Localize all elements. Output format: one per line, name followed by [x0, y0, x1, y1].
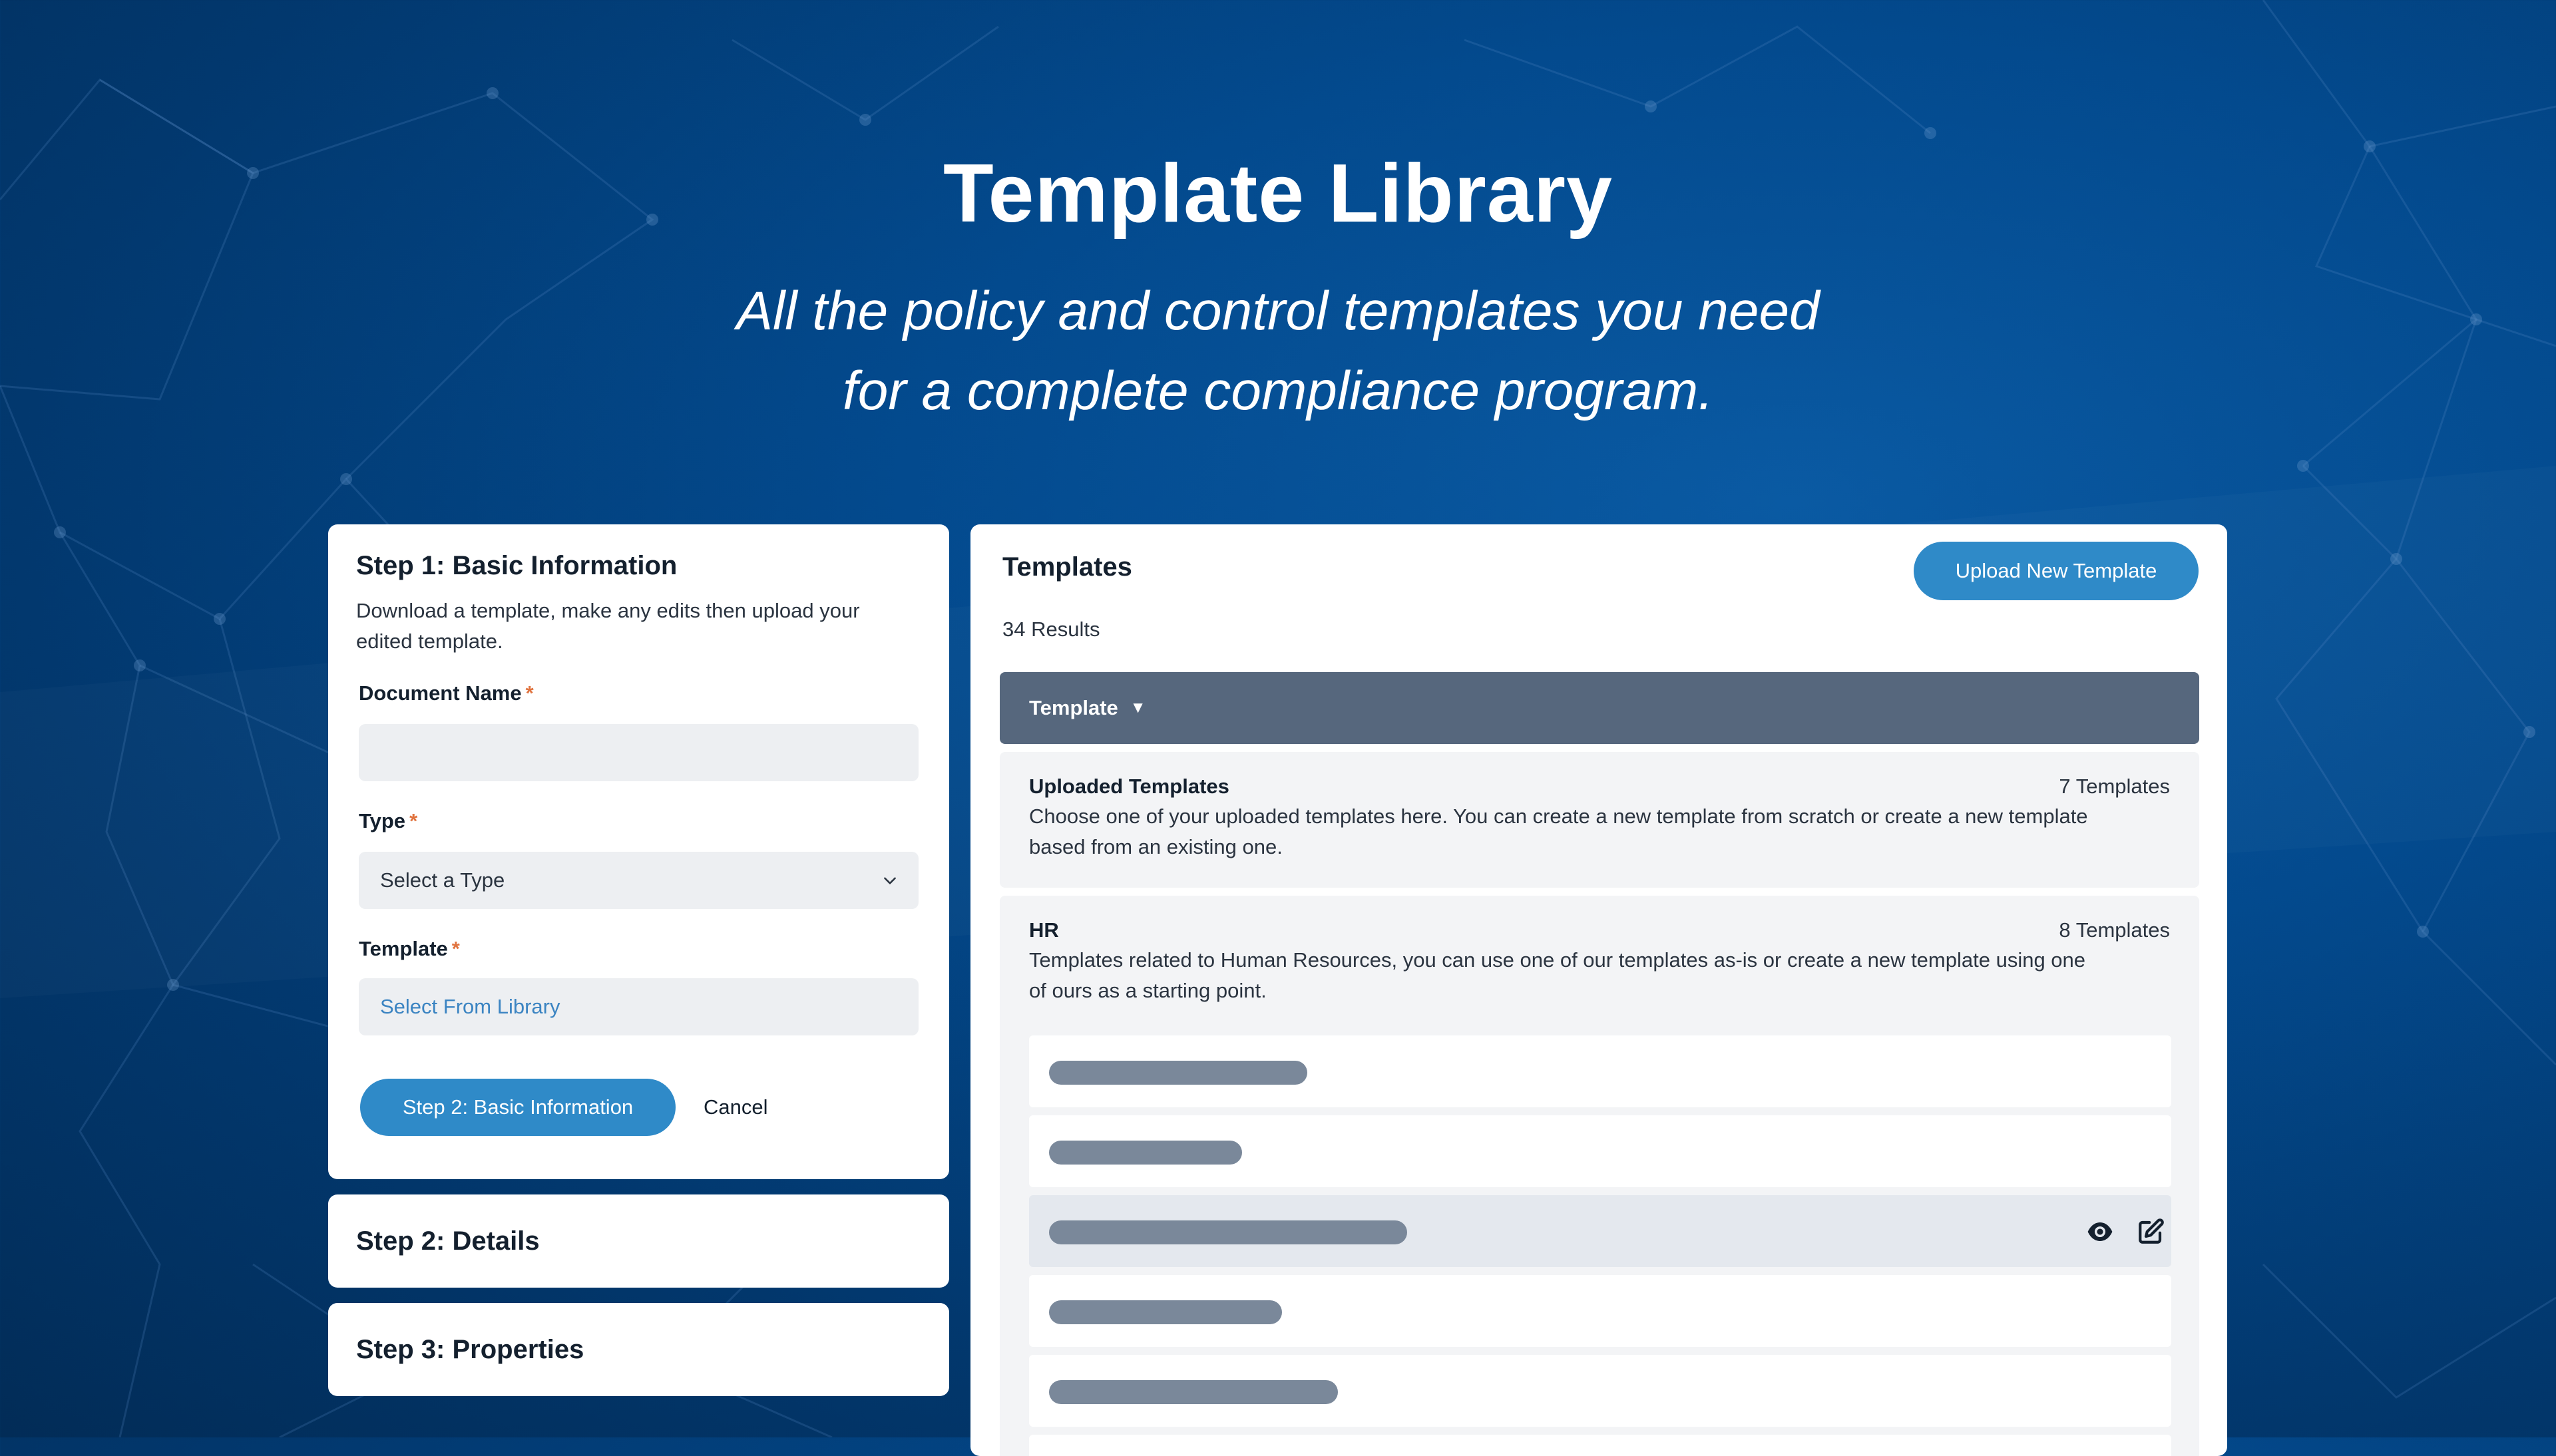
step2-next-button[interactable]: Step 2: Basic Information: [360, 1079, 676, 1136]
template-row[interactable]: [1029, 1115, 2171, 1187]
template-select[interactable]: Select From Library: [359, 978, 919, 1035]
page-title: Template Library: [943, 148, 1613, 240]
group-name: HR: [1029, 918, 1059, 942]
type-label-text: Type: [359, 809, 406, 832]
placeholder-bar: [1049, 1141, 1242, 1165]
placeholder-bar: [1049, 1300, 1282, 1324]
subtitle-line-2: for a complete compliance program.: [842, 361, 1714, 421]
step2-card[interactable]: Step 2: Details: [328, 1194, 949, 1288]
template-row[interactable]: [1029, 1435, 2171, 1456]
step1-description: Download a template, make any edits then…: [356, 599, 860, 653]
step2-title: Step 2: Details: [356, 1226, 540, 1256]
eye-icon[interactable]: [2086, 1218, 2114, 1246]
type-select[interactable]: Select a Type: [359, 852, 919, 909]
step1-title: Step 1: Basic Information: [356, 551, 678, 580]
template-column-label: Template: [1029, 696, 1118, 719]
placeholder-bar: [1049, 1061, 1307, 1085]
group-count: 7 Templates: [2059, 775, 2170, 798]
document-name-input[interactable]: [359, 724, 919, 781]
template-label-text: Template: [359, 937, 448, 960]
document-name-label-text: Document Name: [359, 681, 522, 705]
step3-title: Step 3: Properties: [356, 1334, 584, 1364]
results-count: 34 Results: [1002, 618, 1100, 641]
group-hr: HR 8 Templates Templates related to Huma…: [1000, 896, 2199, 1456]
type-select-value: Select a Type: [380, 868, 505, 892]
group-description: Choose one of your uploaded templates he…: [1029, 805, 2088, 858]
upload-template-button[interactable]: Upload New Template: [1914, 542, 2199, 600]
chevron-down-icon: [884, 877, 896, 884]
template-select-value[interactable]: Select From Library: [380, 995, 560, 1019]
template-row[interactable]: [1029, 1035, 2171, 1107]
template-row-active[interactable]: [1029, 1195, 2171, 1267]
document-name-label: Document Name *: [359, 681, 534, 705]
type-label: Type *: [359, 809, 417, 833]
template-column-header[interactable]: Template ▼: [1000, 672, 2199, 744]
group-uploaded-templates[interactable]: Uploaded Templates 7 Templates Choose on…: [1000, 752, 2199, 888]
required-marker: *: [409, 809, 418, 832]
group-name: Uploaded Templates: [1029, 775, 1229, 798]
template-label: Template *: [359, 937, 460, 961]
sort-caret-icon: ▼: [1130, 699, 1146, 717]
edit-icon[interactable]: [2137, 1218, 2165, 1246]
step3-card[interactable]: Step 3: Properties: [328, 1303, 949, 1396]
subtitle-line-1: All the policy and control templates you…: [736, 281, 1820, 341]
required-marker: *: [525, 681, 534, 705]
step1-card: Step 1: Basic Information Download a tem…: [328, 524, 949, 1179]
group-description: Templates related to Human Resources, yo…: [1029, 948, 2086, 1002]
group-count: 8 Templates: [2059, 918, 2170, 942]
template-row[interactable]: [1029, 1355, 2171, 1427]
placeholder-bar: [1049, 1380, 1338, 1404]
template-row[interactable]: [1029, 1275, 2171, 1347]
required-marker: *: [451, 937, 460, 960]
templates-title: Templates: [1002, 552, 1132, 582]
page-subtitle: All the policy and control templates you…: [0, 272, 2556, 431]
cancel-button[interactable]: Cancel: [704, 1095, 768, 1119]
templates-card: Templates Upload New Template 34 Results…: [970, 524, 2227, 1456]
placeholder-bar: [1049, 1220, 1407, 1244]
